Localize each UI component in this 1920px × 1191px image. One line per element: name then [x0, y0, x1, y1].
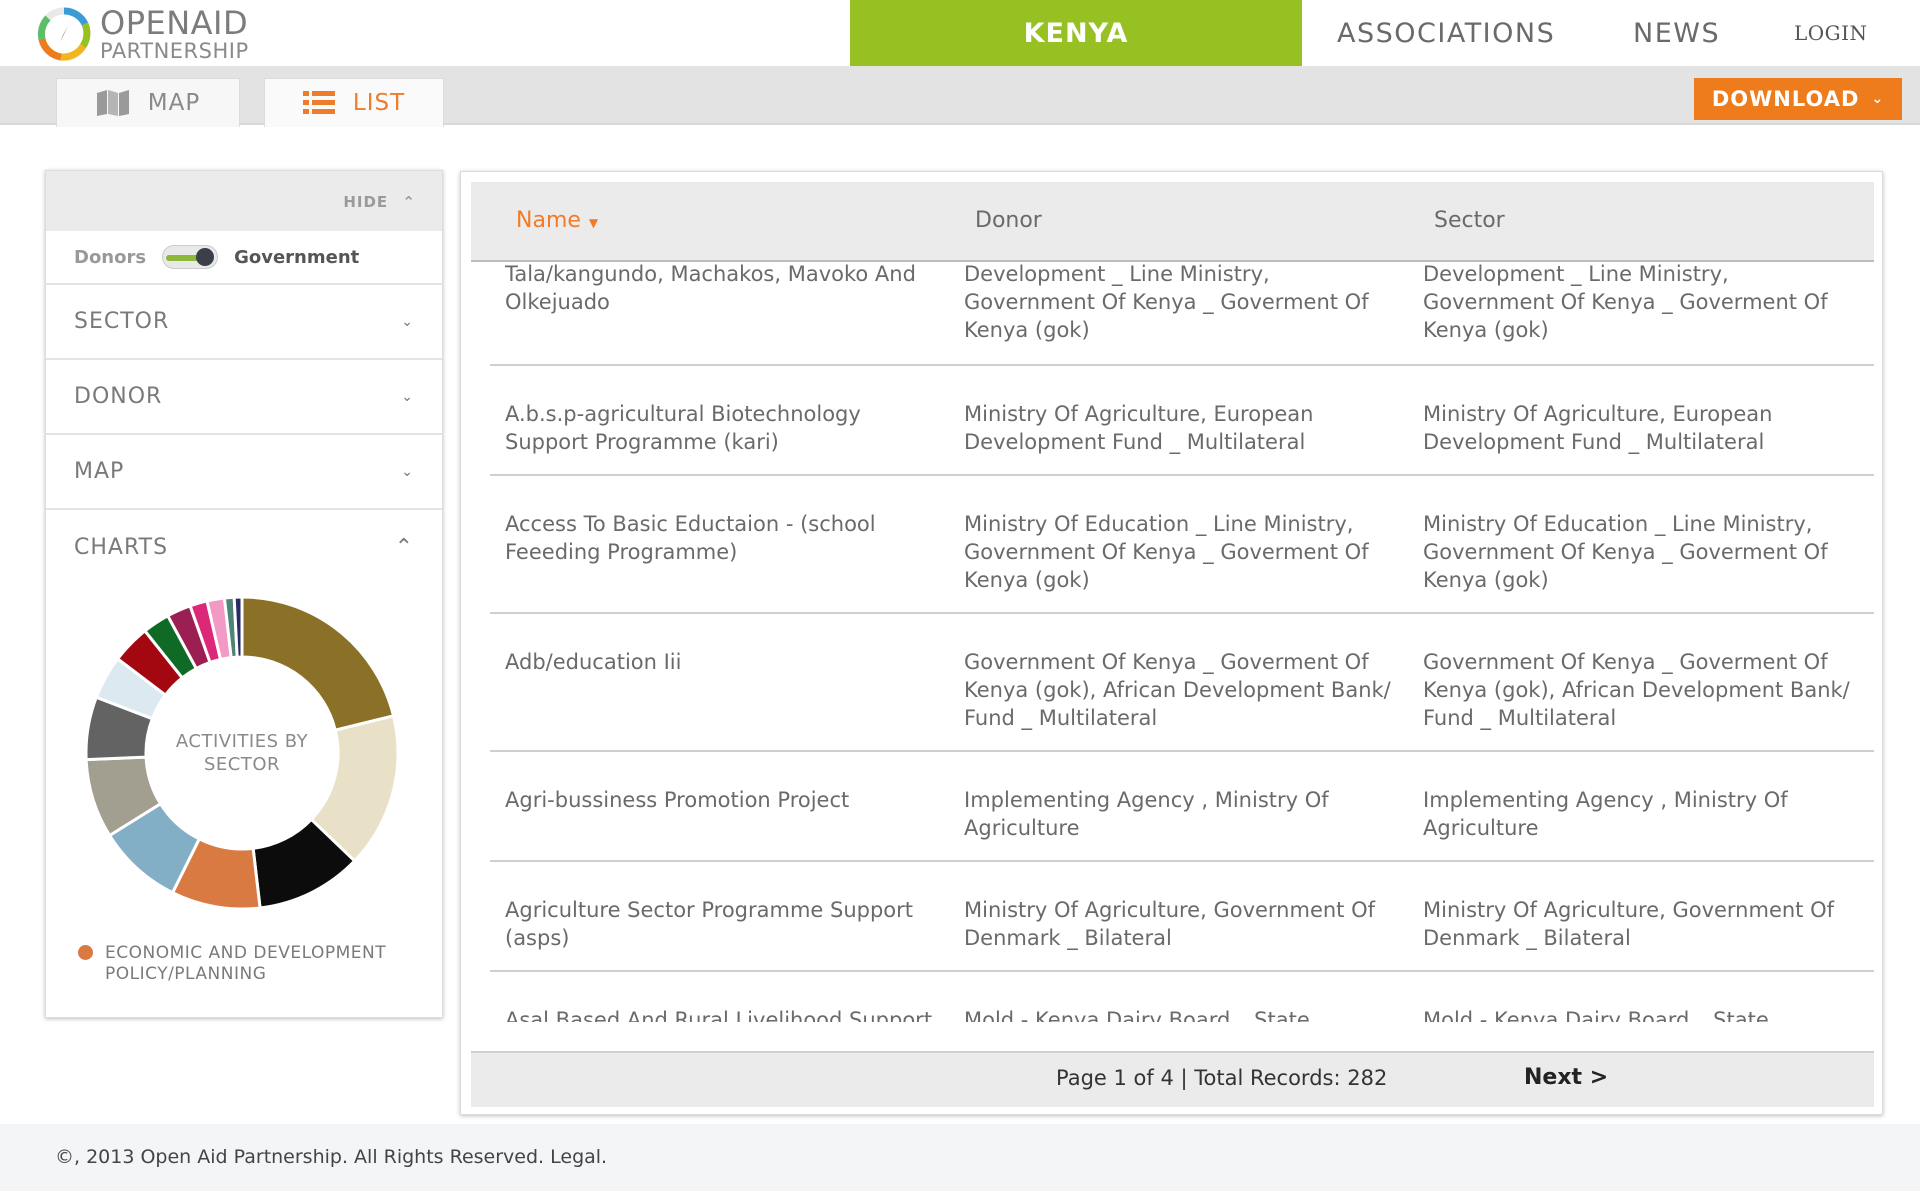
toggle-label-government: Government [234, 246, 360, 268]
filter-map-label: MAP [74, 459, 125, 484]
compass-logo-icon [37, 7, 91, 61]
switch-track-fill [166, 255, 201, 261]
table-row[interactable]: Access To Basic Eductaion - (school Feee… [490, 476, 1874, 614]
cell-donor: Development _ Line Ministry, Government … [964, 262, 1369, 342]
nav-news[interactable]: NEWS [1633, 0, 1720, 66]
donor-government-switch[interactable] [162, 245, 219, 269]
column-header-sector[interactable]: Sector [1434, 208, 1505, 233]
chevron-up-icon: ⌃ [394, 535, 414, 560]
donut-center-label: ACTIVITIES BY SECTOR [82, 593, 402, 913]
filter-donor[interactable]: DONOR ⌄ [46, 360, 442, 435]
cell-sector: Mold - Kenya Dairy Board _ State Corpora… [1423, 1008, 1769, 1022]
site-footer: ©, 2013 Open Aid Partnership. All Rights… [0, 1124, 1920, 1191]
cell-name: Tala/kangundo, Machakos, Mavoko And Olke… [505, 262, 916, 314]
sector-donut-chart: ACTIVITIES BY SECTOR [82, 593, 402, 913]
tab-map-label: MAP [147, 90, 201, 116]
map-icon [96, 90, 129, 116]
next-page-link[interactable]: Next > [1524, 1065, 1608, 1090]
download-button[interactable]: DOWNLOAD ⌄ [1694, 78, 1902, 120]
cell-donor: Ministry Of Education _ Line Ministry, G… [964, 512, 1369, 592]
cell-name: Adb/education Iii [505, 650, 682, 674]
cell-sector: Implementing Agency , Ministry Of Agricu… [1423, 788, 1788, 840]
filter-map[interactable]: MAP ⌄ [46, 435, 442, 510]
toggle-label-donors: Donors [74, 246, 147, 268]
donor-government-toggle-row: Donors Government [46, 231, 442, 285]
hide-sidebar-button[interactable]: HIDE ⌃ [343, 193, 416, 211]
filter-sector[interactable]: SECTOR ⌄ [46, 285, 442, 360]
legend-label-line-2: POLICY/PLANNING [105, 964, 267, 985]
nav-login[interactable]: LOGIN [1794, 0, 1868, 66]
copyright-text: ©, 2013 Open Aid Partnership. All Rights… [55, 1146, 608, 1168]
column-header-name-label: Name [516, 208, 581, 233]
legend-swatch [78, 945, 93, 960]
filter-charts[interactable]: CHARTS ⌃ [46, 510, 442, 585]
view-tab-bar: MAP LIST DOWNLOAD ⌄ [0, 66, 1920, 127]
hide-label: HIDE [343, 193, 389, 211]
sidebar-hide-bar: HIDE ⌃ [46, 171, 442, 231]
cell-donor: Mold - Kenya Dairy Board _ State Corpora… [964, 1008, 1310, 1022]
download-label: DOWNLOAD [1711, 87, 1860, 111]
table-row[interactable]: Adb/education Iii Government Of Kenya _ … [490, 614, 1874, 752]
cell-name: A.b.s.p-agricultural Biotechnology Suppo… [505, 402, 861, 454]
cell-sector: Ministry Of Education _ Line Ministry, G… [1423, 512, 1828, 592]
table-body: Tala/kangundo, Machakos, Mavoko And Olke… [471, 262, 1874, 1022]
sort-caret-icon: ▼ [588, 216, 599, 230]
column-header-name[interactable]: Name ▼ [516, 208, 598, 233]
chevron-up-icon: ⌃ [402, 193, 416, 211]
cell-sector: Development _ Line Ministry, Government … [1423, 262, 1828, 342]
table-row[interactable]: A.b.s.p-agricultural Biotechnology Suppo… [490, 366, 1874, 476]
filter-sector-label: SECTOR [74, 309, 170, 334]
chevron-down-icon: ⌄ [1871, 91, 1885, 107]
cell-sector: Ministry Of Agriculture, Government Of D… [1423, 898, 1835, 950]
cell-name: Agriculture Sector Programme Support (as… [505, 898, 914, 950]
tab-list[interactable]: LIST [264, 78, 444, 127]
chevron-down-icon: ⌄ [401, 463, 414, 480]
cell-donor: Government Of Kenya _ Goverment Of Kenya… [964, 650, 1391, 730]
filter-sidebar: HIDE ⌃ Donors Government SECTOR ⌄ DONOR … [45, 170, 443, 1018]
chevron-down-icon: ⌄ [401, 313, 414, 330]
logo-line-2: PARTNERSHIP [100, 38, 249, 63]
table-row[interactable]: Agriculture Sector Programme Support (as… [490, 862, 1874, 972]
site-header: OPENAID PARTNERSHIP KENYA ASSOCIATIONS N… [0, 0, 1920, 66]
cell-name: Access To Basic Eductaion - (school Feee… [505, 512, 876, 564]
cell-sector: Government Of Kenya _ Goverment Of Kenya… [1423, 650, 1850, 730]
cell-sector: Ministry Of Agriculture, European Develo… [1423, 402, 1773, 454]
cell-donor: Implementing Agency , Ministry Of Agricu… [964, 788, 1329, 840]
cell-donor: Ministry Of Agriculture, Government Of D… [964, 898, 1376, 950]
cell-name: Asal Based And Rural Livelihood Support … [505, 1008, 933, 1022]
logo-line-1: OPENAID [100, 3, 249, 42]
donut-center-line-1: ACTIVITIES BY [175, 730, 309, 752]
table-row[interactable]: Agri-bussiness Promotion Project Impleme… [490, 752, 1874, 862]
list-icon [302, 91, 335, 114]
openaid-logo[interactable]: OPENAID PARTNERSHIP [36, 6, 249, 62]
switch-knob [196, 248, 215, 266]
page-info: Page 1 of 4 | Total Records: 282 [1056, 1066, 1388, 1090]
tab-map[interactable]: MAP [56, 78, 240, 127]
column-header-donor[interactable]: Donor [975, 208, 1042, 233]
filter-charts-label: CHARTS [74, 535, 169, 560]
activities-table-panel: Name ▼ Donor Sector Tala/kangundo, Machak… [460, 171, 1883, 1115]
table-header: Name ▼ Donor Sector [471, 182, 1874, 262]
nav-associations[interactable]: ASSOCIATIONS [1337, 0, 1555, 66]
table-row[interactable]: Asal Based And Rural Livelihood Support … [490, 972, 1874, 1022]
table-row[interactable]: Tala/kangundo, Machakos, Mavoko And Olke… [490, 262, 1874, 366]
filter-donor-label: DONOR [74, 384, 163, 409]
legend-label-line-1: ECONOMIC AND DEVELOPMENT [105, 943, 387, 963]
chart-legend: ECONOMIC AND DEVELOPMENT POLICY/PLANNING [78, 943, 418, 986]
tab-list-label: LIST [352, 90, 406, 116]
chevron-down-icon: ⌄ [401, 388, 414, 405]
cell-name: Agri-bussiness Promotion Project [505, 788, 850, 812]
cell-donor: Ministry Of Agriculture, European Develo… [964, 402, 1314, 454]
table-pagination: Page 1 of 4 | Total Records: 282 Next > [471, 1051, 1874, 1107]
nav-country-kenya[interactable]: KENYA [850, 0, 1302, 66]
donut-center-line-2: SECTOR [203, 754, 281, 775]
